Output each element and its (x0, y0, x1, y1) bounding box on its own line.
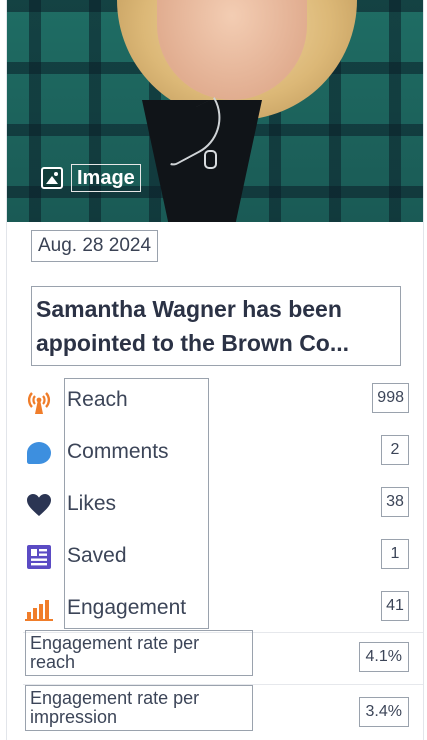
post-image[interactable]: Image (7, 0, 423, 222)
metric-value-saved: 1 (381, 539, 409, 569)
metric-label-engagement: Engagement (67, 596, 187, 619)
metric-row-reach: Reach 998 (7, 374, 423, 426)
metric-value-likes: 38 (381, 487, 409, 517)
post-title[interactable]: Samantha Wagner has been appointed to th… (31, 286, 401, 366)
metric-row-engagement: Engagement 41 (7, 582, 423, 634)
media-type-label: Image (71, 164, 141, 192)
speech-bubble-icon (25, 439, 53, 467)
rate-value-reach: 4.1% (358, 642, 409, 672)
image-icon (41, 167, 63, 189)
bar-chart-icon (25, 595, 53, 623)
rate-label-reach: Engagement rate per reach (25, 630, 253, 676)
metric-label-comments: Comments (67, 440, 169, 463)
metric-value-comments: 2 (381, 435, 409, 465)
metric-value-reach: 998 (372, 383, 409, 413)
heart-icon (25, 491, 53, 519)
metric-label-saved: Saved (67, 544, 127, 567)
metric-label-likes: Likes (67, 492, 117, 515)
rate-label-reach-line-2: reach (30, 652, 76, 672)
rate-label-reach-line-1: Engagement rate per (30, 633, 200, 653)
rate-label-impression-line-2: impression (30, 707, 118, 727)
post-date: Aug. 28 2024 (31, 230, 159, 262)
metric-row-comments: Comments 2 (7, 426, 423, 478)
metric-label-reach: Reach (67, 388, 128, 411)
broadcast-icon (25, 387, 53, 415)
post-title-line-2: appointed to the Brown Co... (36, 330, 350, 356)
rate-row-reach: Engagement rate per reach 4.1% (7, 630, 423, 684)
metric-value-engagement: 41 (381, 591, 409, 621)
rate-row-impression: Engagement rate per impression 3.4% (7, 685, 423, 739)
post-insights-card: Image Aug. 28 2024 Samantha Wagner has b… (6, 0, 424, 740)
post-title-line-1: Samantha Wagner has been (36, 296, 342, 322)
rate-label-impression: Engagement rate per impression (25, 685, 253, 731)
rate-value-impression: 3.4% (358, 697, 409, 727)
rate-label-impression-line-1: Engagement rate per (30, 688, 200, 708)
metric-row-likes: Likes 38 (7, 478, 423, 530)
media-type-badge: Image (41, 164, 147, 192)
saved-icon (25, 543, 53, 571)
photo-pendant (204, 150, 217, 169)
metric-row-saved: Saved 1 (7, 530, 423, 582)
